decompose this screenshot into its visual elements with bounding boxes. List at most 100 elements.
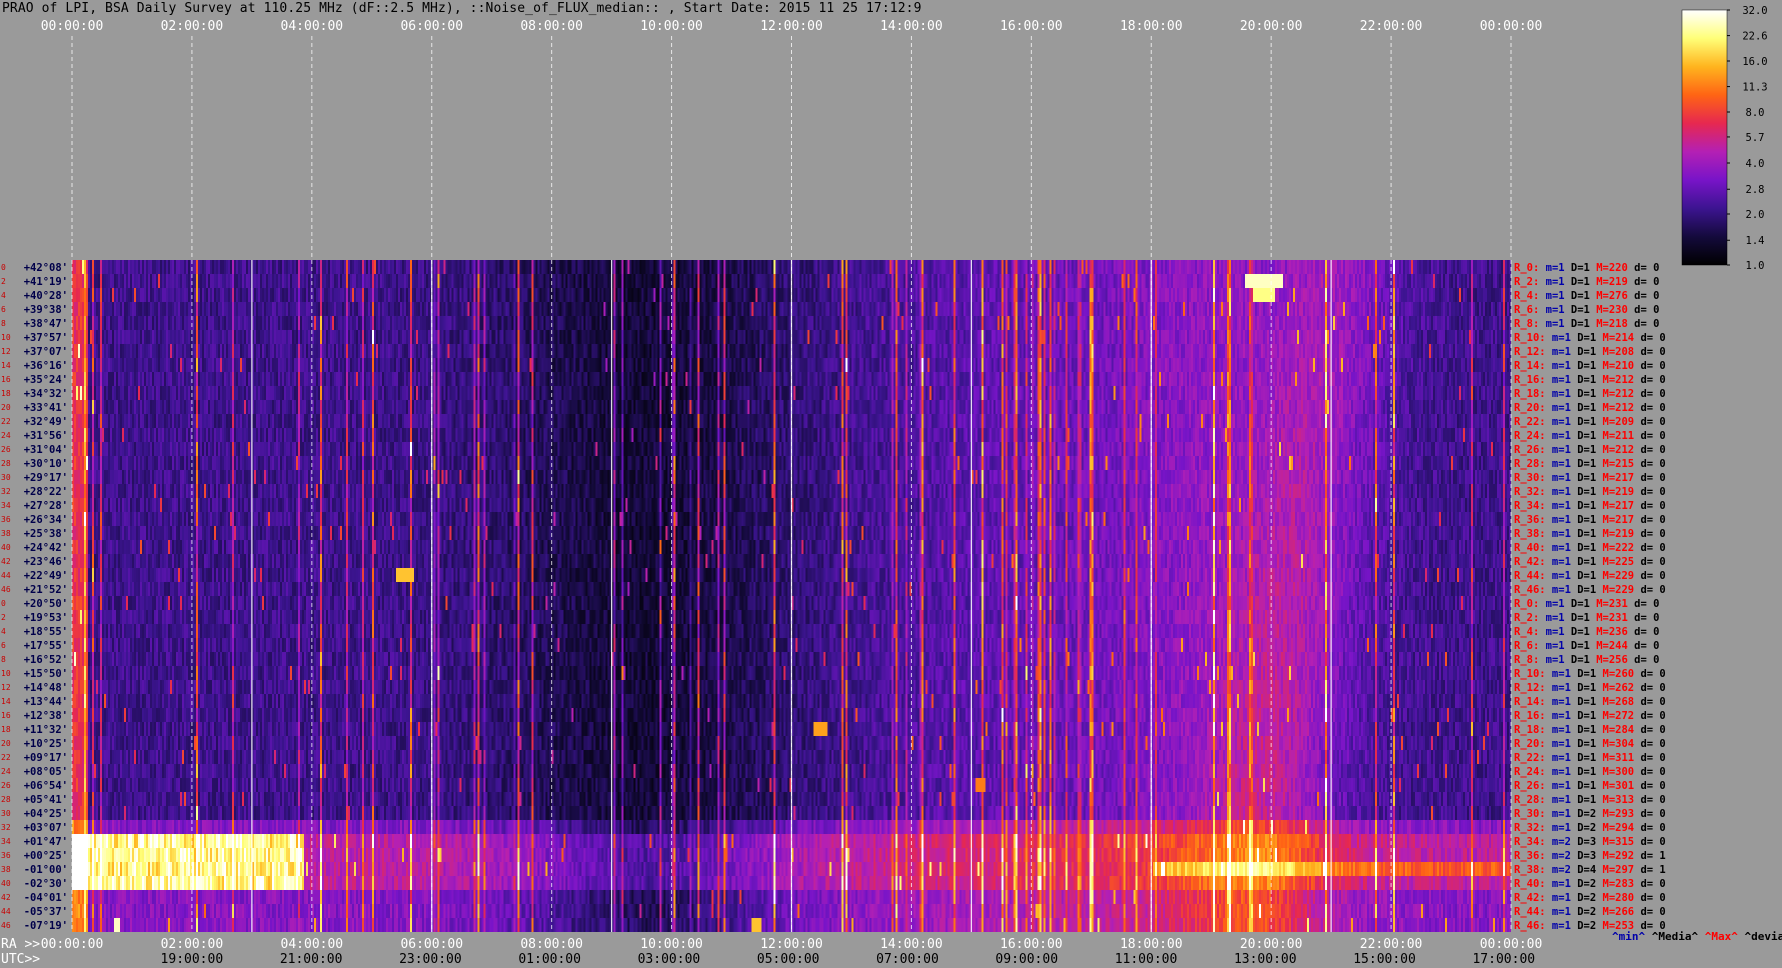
declination-label: -07°19' [24,920,68,932]
row-stat-r: R_14: [1514,360,1546,372]
colorbar-gradient [1681,9,1728,266]
top-tick-label: 06:00:00 [400,19,463,34]
row-stat-D: D=1 [1571,374,1596,386]
row-stat-r: R_0: [1514,262,1539,274]
row-stat: R_46: m=1 D=1 M=229 d= 0 [1514,584,1666,596]
row-stat-D: D=1 [1571,472,1596,484]
row-stat-m: m=1 [1539,626,1564,638]
row-stat-r: R_40: [1514,542,1546,554]
row-stat-M: M=229 [1596,584,1634,596]
row-stat-r: R_20: [1514,738,1546,750]
beam-number: 0 [1,599,6,608]
row-stat-M: M=220 [1590,262,1628,274]
beam-number: 40 [1,879,11,888]
row-stat-d: d= 0 [1634,486,1666,498]
row-stat-D: D=1 [1571,444,1596,456]
utc-tick-label: 23:00:00 [399,952,462,967]
declination-label: +37°07' [24,346,68,358]
ra-tick-label: 06:00:00 [400,937,463,952]
beam-number-axis: 0246810121416182022242628303234363840424… [1,263,11,930]
row-stat-r: R_38: [1514,528,1546,540]
row-stat-m: m=1 [1539,318,1564,330]
row-stat-r: R_12: [1514,682,1546,694]
beam-number: 40 [1,543,11,552]
row-stat: R_32: m=1 D=1 M=219 d= 0 [1514,486,1666,498]
row-stat-d: d= 0 [1628,276,1660,288]
row-stat-D: D=1 [1571,346,1596,358]
row-stat-r: R_44: [1514,906,1546,918]
row-stat-D: D=2 [1571,808,1596,820]
row-stat-r: R_28: [1514,794,1546,806]
row-stat-D: D=1 [1571,584,1596,596]
row-stat-r: R_44: [1514,570,1546,582]
row-stat-M: M=215 [1596,458,1634,470]
top-tick-label: 12:00:00 [760,19,823,34]
row-stat-m: m=1 [1546,794,1571,806]
row-stat-d: d= 0 [1634,794,1666,806]
declination-label: +15°50' [24,668,68,680]
row-stat-d: d= 0 [1634,542,1666,554]
row-stat-D: D=1 [1571,724,1596,736]
row-stat-r: R_46: [1514,920,1546,932]
ra-tick-label: 10:00:00 [640,937,703,952]
row-stat-m: m=1 [1546,500,1571,512]
bottom-time-axes: RA >> 00:00:00 02:00:00 04:00:00 06:00:00 08:… [1,930,1782,967]
row-stat-D: D=1 [1571,388,1596,400]
row-stat-M: M=212 [1596,374,1634,386]
utc-tick-label: 21:00:00 [280,952,343,967]
beam-number: 44 [1,907,11,916]
ra-tick-label: 16:00:00 [1000,937,1063,952]
row-stat-M: M=301 [1596,780,1634,792]
beam-number: 46 [1,585,11,594]
row-stat: R_40: m=1 D=2 M=283 d= 0 [1514,878,1666,890]
row-stat-D: D=1 [1565,290,1590,302]
row-stat-m: m=1 [1546,766,1571,778]
row-stat: R_12: m=1 D=1 M=262 d= 0 [1514,682,1666,694]
beam-number: 24 [1,767,11,776]
top-tick-label: 08:00:00 [520,19,583,34]
row-stat-m: m=1 [1539,304,1564,316]
declination-label: +12°38' [24,710,68,722]
row-stat-m: m=1 [1539,612,1564,624]
colorbar-tick-label: 32.0 [1742,5,1767,17]
declination-label: -04°01' [24,892,68,904]
ra-tick-label: 08:00:00 [520,937,583,952]
row-stat: R_6: m=1 D=1 M=244 d= 0 [1514,640,1659,652]
declination-label: +09°17' [24,752,68,764]
row-stat-r: R_16: [1514,374,1546,386]
row-stat-d: d= 0 [1634,752,1666,764]
row-stat-d: d= 0 [1628,598,1660,610]
row-stat-D: D=3 [1571,850,1596,862]
row-stat: R_42: m=1 D=2 M=280 d= 0 [1514,892,1666,904]
beam-number: 28 [1,795,11,804]
row-stat-r: R_2: [1514,612,1539,624]
row-stat-m: m=1 [1546,780,1571,792]
row-stat-r: R_36: [1514,514,1546,526]
stat-legend-max: ^Max^ [1698,930,1738,943]
row-stat-d: d= 0 [1634,766,1666,778]
row-stat-d: d= 0 [1634,528,1666,540]
stat-legend-min: ^min^ [1612,930,1645,943]
row-stat-M: M=280 [1596,892,1634,904]
declination-label: +33°41' [24,402,68,414]
beam-number: 2 [1,613,6,622]
ra-tick-label: 02:00:00 [161,937,224,952]
beam-number: 18 [1,389,11,398]
row-stat: R_24: m=1 D=1 M=300 d= 0 [1514,766,1666,778]
beam-number: 38 [1,529,11,538]
beam-number: 22 [1,417,11,426]
row-stat: R_16: m=1 D=1 M=272 d= 0 [1514,710,1666,722]
declination-label: +34°32' [24,388,68,400]
colorbar-tick-label: 5.7 [1746,132,1765,144]
row-stat-D: D=1 [1571,556,1596,568]
row-stat-d: d= 0 [1634,556,1666,568]
utc-tick-label: 03:00:00 [638,952,701,967]
row-stat-M: M=212 [1596,444,1634,456]
ra-tick-label: 18:00:00 [1120,937,1183,952]
row-stat-m: m=1 [1546,584,1571,596]
top-tick-label: 18:00:00 [1120,19,1183,34]
row-stat-m: m=1 [1546,696,1571,708]
row-stat-r: R_36: [1514,850,1546,862]
colorbar-tick-label: 1.4 [1746,235,1765,247]
row-stat-D: D=1 [1571,780,1596,792]
